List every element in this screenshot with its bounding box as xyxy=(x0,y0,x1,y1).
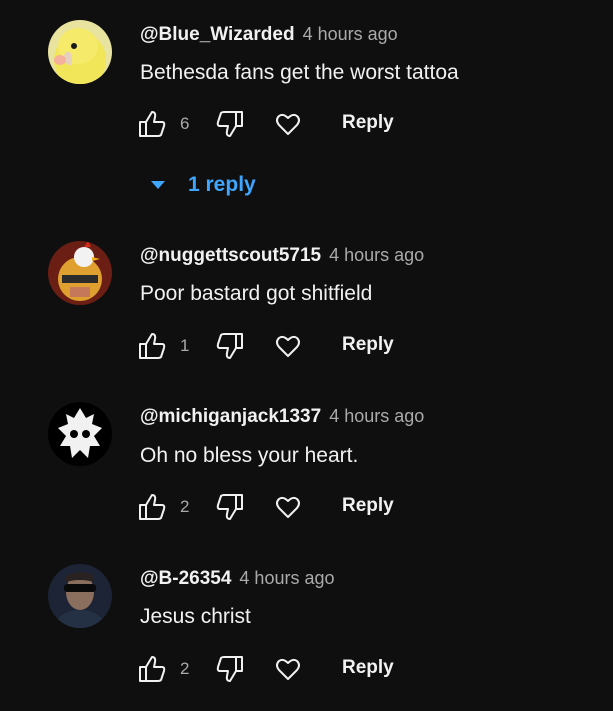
comment-text: Jesus christ xyxy=(140,605,251,628)
thumbs-up-icon[interactable] xyxy=(136,330,168,362)
reply-button[interactable]: Reply xyxy=(342,495,394,517)
comment-actions: 2 Reply xyxy=(136,491,436,527)
comment-header: @B-26354 4 hours ago xyxy=(140,568,335,590)
heart-icon[interactable] xyxy=(272,491,304,523)
helmet-chicken-avatar-icon xyxy=(48,241,112,305)
thumbs-up-icon[interactable] xyxy=(136,491,168,523)
reply-button[interactable]: Reply xyxy=(342,334,394,356)
caret-down-icon xyxy=(151,181,165,189)
yellow-bird-avatar-icon xyxy=(48,20,112,84)
comment-header: @nuggettscout5715 4 hours ago xyxy=(140,245,424,267)
avatar[interactable] xyxy=(48,20,112,84)
like-count: 2 xyxy=(180,659,190,678)
comment-time[interactable]: 4 hours ago xyxy=(303,24,398,45)
white-logo-avatar-icon xyxy=(48,402,112,466)
avatar[interactable] xyxy=(48,564,112,628)
comment-author[interactable]: @Blue_Wizarded xyxy=(140,24,295,46)
comment-header: @Blue_Wizarded 4 hours ago xyxy=(140,24,398,46)
comment-actions: 6 Reply xyxy=(136,108,436,144)
reply-button[interactable]: Reply xyxy=(342,657,394,679)
like-count: 2 xyxy=(180,497,190,516)
sunglasses-man-avatar-icon xyxy=(48,564,112,628)
avatar[interactable] xyxy=(48,241,112,305)
comment-author[interactable]: @nuggettscout5715 xyxy=(140,245,321,267)
thumbs-down-icon[interactable] xyxy=(214,330,246,362)
replies-toggle-label[interactable]: 1 reply xyxy=(188,173,256,197)
like-count: 6 xyxy=(180,114,190,133)
thumbs-down-icon[interactable] xyxy=(214,108,246,140)
comment-actions: 2 Reply xyxy=(136,653,436,689)
thumbs-down-icon[interactable] xyxy=(214,653,246,685)
reply-button[interactable]: Reply xyxy=(342,112,394,134)
comment-actions: 1 Reply xyxy=(136,330,436,366)
comment-text: Poor bastard got shitfield xyxy=(140,282,373,305)
thumbs-down-icon[interactable] xyxy=(214,491,246,523)
like-count: 1 xyxy=(180,336,190,355)
comment-author[interactable]: @michiganjack1337 xyxy=(140,406,321,428)
comment-text: Oh no bless your heart. xyxy=(140,444,359,467)
heart-icon[interactable] xyxy=(272,108,304,140)
comment-time[interactable]: 4 hours ago xyxy=(239,568,334,589)
thumbs-up-icon[interactable] xyxy=(136,108,168,140)
comment-header: @michiganjack1337 4 hours ago xyxy=(140,406,424,428)
comment-author[interactable]: @B-26354 xyxy=(140,568,231,590)
comment-text: Bethesda fans get the worst tattoa xyxy=(140,61,459,84)
comment-time[interactable]: 4 hours ago xyxy=(329,245,424,266)
avatar[interactable] xyxy=(48,402,112,466)
replies-toggle[interactable]: 1 reply xyxy=(150,170,256,200)
thumbs-up-icon[interactable] xyxy=(136,653,168,685)
heart-icon[interactable] xyxy=(272,330,304,362)
heart-icon[interactable] xyxy=(272,653,304,685)
comment-time[interactable]: 4 hours ago xyxy=(329,406,424,427)
